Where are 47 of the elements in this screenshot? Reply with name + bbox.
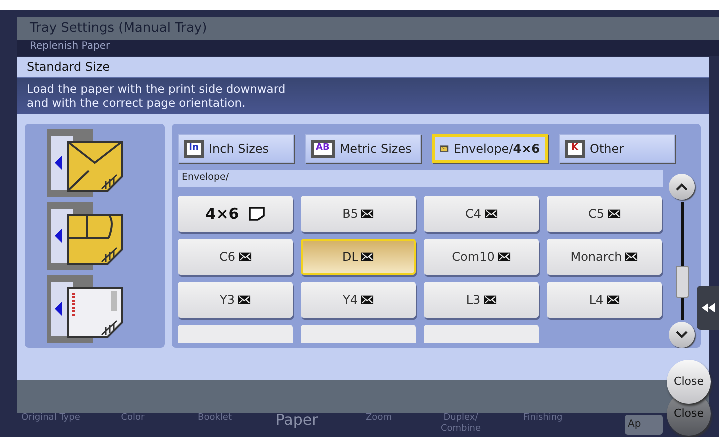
paper-card-orientation-drawing[interactable]	[47, 275, 123, 343]
envelope-icon	[608, 209, 620, 219]
envelope-icon	[484, 295, 497, 305]
window-subtitle: Replenish Paper	[30, 40, 110, 54]
chevron-down-icon	[676, 331, 688, 339]
paper-size-button[interactable]: L3	[424, 282, 539, 318]
envelope-icon	[484, 209, 498, 219]
envelope-icon	[606, 295, 620, 305]
paper-size-button[interactable]: Com10	[424, 239, 539, 275]
envelope-orientation-drawing[interactable]	[47, 202, 123, 270]
size-category-tab[interactable]: In Inch Sizes	[178, 134, 294, 163]
paper-size-button[interactable]: Y4	[301, 282, 416, 318]
paper-size-button[interactable]: DL	[301, 239, 416, 275]
scroll-up-button[interactable]	[669, 174, 695, 200]
paper-size-button[interactable]: B5	[301, 196, 416, 232]
envelope-icon	[498, 252, 511, 262]
badge-label: AB	[311, 140, 335, 158]
scroll-down-button[interactable]	[669, 322, 695, 348]
card-icon	[249, 207, 266, 221]
paper-size-button[interactable]: 4×6	[178, 196, 293, 232]
side-panel-tab[interactable]	[697, 286, 719, 330]
instruction-text: Load the paper with the print side downward and with the correct page orientation.	[27, 82, 286, 110]
size-category-tab[interactable]: Envelope/4×6	[432, 134, 548, 163]
envelope-icon	[361, 252, 374, 262]
chevron-up-icon	[676, 183, 688, 191]
paper-size-button[interactable]: C4	[424, 196, 539, 232]
envelope-icon	[238, 252, 252, 262]
envelope-icon	[238, 295, 251, 305]
paper-size-button[interactable]: L4	[547, 282, 662, 318]
envelope-icon	[360, 295, 374, 305]
paper-size-button[interactable]: Monarch	[547, 239, 662, 275]
badge-label: In	[184, 140, 204, 158]
envelope-icon	[361, 209, 374, 219]
double-arrow-left-icon	[702, 303, 714, 313]
paper-size-button[interactable]: C5	[547, 196, 662, 232]
function-tab[interactable]: Paper	[256, 413, 338, 426]
paper-size-button[interactable]: Y3	[178, 282, 293, 318]
size-category-tab[interactable]: K Other	[559, 134, 675, 163]
dialog-title: Standard Size	[27, 59, 110, 76]
window-title: Tray Settings (Manual Tray)	[30, 20, 208, 38]
envelope-icon	[625, 252, 638, 262]
envelope-orientation-drawing[interactable]	[47, 129, 123, 197]
paper-size-button[interactable]: C6	[178, 239, 293, 275]
scroll-thumb[interactable]	[676, 266, 688, 298]
badge-label: K	[565, 140, 585, 158]
section-label: Envelope/	[182, 171, 230, 186]
size-category-tab[interactable]: AB Metric Sizes	[305, 134, 421, 163]
